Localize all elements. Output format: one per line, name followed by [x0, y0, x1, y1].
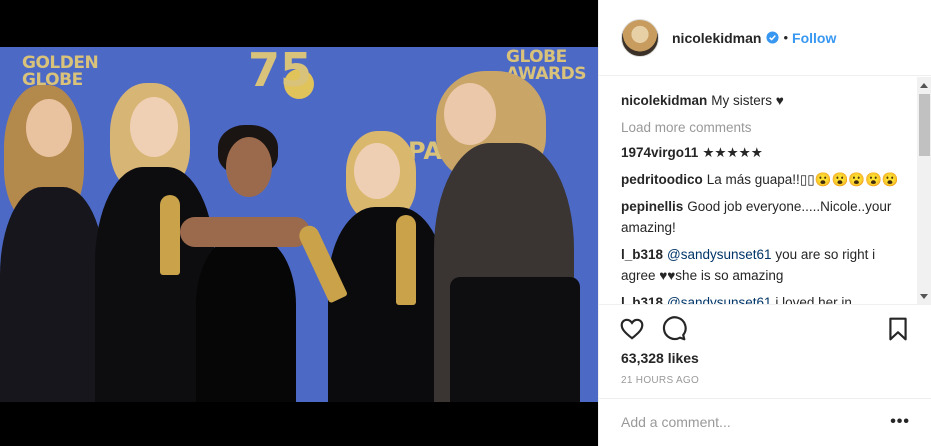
comment-username[interactable]: pedritoodico: [621, 172, 703, 187]
comment-username[interactable]: pepinellis: [621, 199, 683, 214]
comment-text: La más guapa!!▯▯😮😮😮😮😮: [706, 172, 899, 187]
post-timestamp[interactable]: 21 HOURS AGO: [621, 375, 699, 386]
comment-username[interactable]: l_b318: [621, 295, 663, 304]
bookmark-icon[interactable]: [885, 316, 911, 342]
header-username[interactable]: nicolekidman: [672, 30, 761, 46]
action-bar: [599, 306, 931, 350]
scrollbar-thumb[interactable]: [919, 94, 930, 156]
comment-item: l_b318 @sandysunset61 you are so right i …: [621, 244, 913, 286]
post-header: nicolekidman • Follow: [599, 0, 931, 76]
comment-item: 1974virgo11 ★★★★★: [621, 142, 913, 163]
more-options-icon[interactable]: •••: [890, 413, 910, 431]
scroll-up-arrow-icon[interactable]: [920, 83, 928, 88]
comment-item: pedritoodico La más guapa!!▯▯😮😮😮😮😮: [621, 169, 913, 190]
photo-pane: GOLDEN GLOBE 75 GLOBE AWARDS PA: [0, 0, 598, 446]
backdrop-golden-text: GOLDEN GLOBE: [22, 53, 99, 90]
golden-globe-trophy: [160, 195, 180, 275]
comment-username[interactable]: 1974virgo11: [621, 145, 698, 160]
verified-badge-icon: [766, 31, 780, 44]
comment-mention[interactable]: @sandysunset61: [667, 247, 772, 262]
golden-globe-trophy: [396, 215, 416, 305]
caption: nicolekidman My sisters ♥: [621, 90, 913, 111]
header-separator: •: [783, 30, 789, 45]
caption-username[interactable]: nicolekidman: [621, 93, 707, 108]
caption-text: My sisters ♥: [711, 93, 784, 108]
load-more-comments-link[interactable]: Load more comments: [621, 117, 913, 138]
likes-count[interactable]: 63,328 likes: [621, 350, 699, 366]
comment-username[interactable]: l_b318: [621, 247, 663, 262]
comment-text: ★★★★★: [702, 145, 763, 160]
avatar[interactable]: [621, 18, 659, 57]
comment-list: nicolekidman My sisters ♥ Load more comme…: [621, 90, 913, 305]
heart-icon[interactable]: [619, 316, 645, 342]
comment-item: pepinellis Good job everyone.....Nicole..…: [621, 196, 913, 238]
add-comment-bar: •••: [599, 398, 931, 446]
post-photo[interactable]: GOLDEN GLOBE 75 GLOBE AWARDS PA: [0, 47, 598, 402]
comments-section: nicolekidman My sisters ♥ Load more comme…: [599, 77, 931, 305]
comments-scrollbar[interactable]: [917, 77, 931, 304]
comment-text: i loved her in: [775, 295, 852, 305]
follow-button[interactable]: Follow: [792, 30, 836, 46]
side-panel: nicolekidman • Follow nicolekidman My sis…: [598, 0, 931, 446]
comment-item: l_b318 @sandysunset61 i loved her in: [621, 292, 913, 305]
comment-mention[interactable]: @sandysunset61: [667, 295, 772, 304]
add-comment-input[interactable]: [621, 414, 881, 430]
backdrop-75-text: 75: [248, 47, 313, 97]
comment-icon[interactable]: [661, 316, 687, 342]
scroll-down-arrow-icon[interactable]: [920, 294, 928, 299]
